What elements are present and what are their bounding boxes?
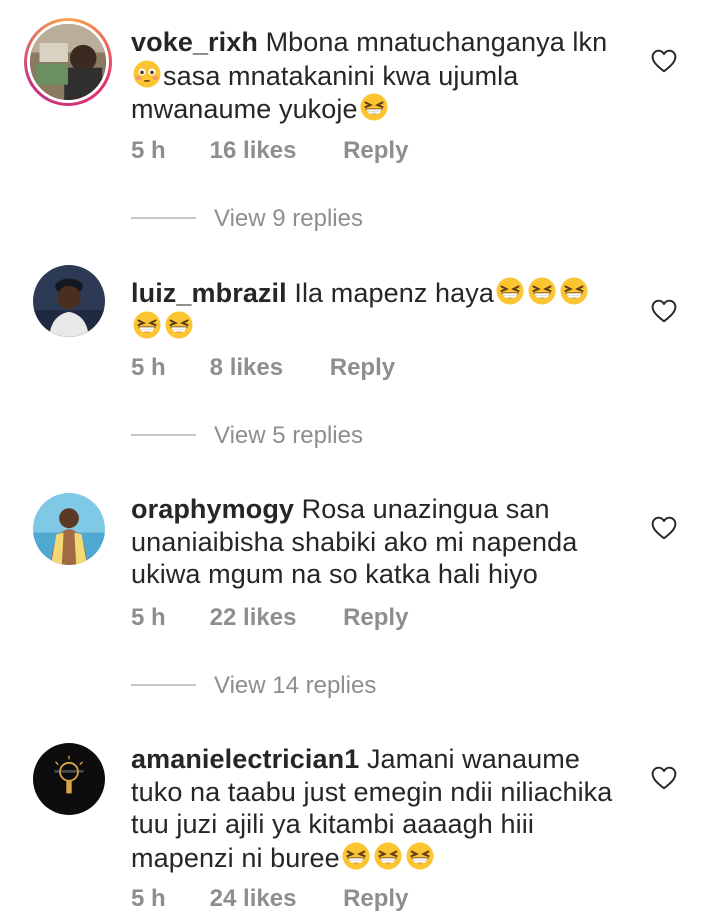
username[interactable]: voke_rixh (131, 27, 258, 57)
grinning-squinting-face-emoji (527, 276, 557, 306)
username[interactable]: luiz_mbrazil (131, 278, 287, 308)
likes-count[interactable]: 22 likes (210, 603, 297, 633)
comment-meta: 5 h 8 likes Reply (131, 353, 395, 383)
comment-body: oraphymogy Rosa unazingua san unaniaibis… (131, 493, 636, 591)
likes-count[interactable]: 8 likes (210, 353, 283, 383)
grinning-squinting-face-emoji (341, 841, 371, 871)
replies-divider-line (131, 433, 196, 436)
comment-meta: 5 h 22 likes Reply (131, 603, 408, 633)
timestamp: 5 h (131, 354, 166, 381)
likes-count[interactable]: 16 likes (210, 136, 297, 166)
avatar-photo (33, 265, 105, 337)
view-replies-button[interactable]: View 9 replies (131, 204, 363, 234)
avatar[interactable] (33, 265, 105, 337)
username[interactable]: oraphymogy (131, 494, 294, 524)
comment-text-cont: sasa mnatakanini kwa ujumla mwanaume yuk… (131, 60, 519, 125)
avatar-photo (30, 24, 106, 100)
flushed-face-emoji (132, 59, 162, 89)
grinning-squinting-face-emoji (495, 276, 525, 306)
comment-body: luiz_mbrazil Ila mapenz haya (131, 276, 636, 343)
replies-divider-line (131, 216, 196, 219)
like-heart-icon[interactable] (651, 49, 677, 73)
grinning-squinting-face-emoji (132, 310, 162, 340)
view-replies-label: View 5 replies (214, 422, 363, 449)
avatar-photo (33, 743, 105, 815)
avatar[interactable] (33, 493, 105, 565)
like-heart-icon[interactable] (651, 516, 677, 540)
timestamp: 5 h (131, 604, 166, 631)
grinning-squinting-face-emoji (559, 276, 589, 306)
grinning-squinting-face-emoji (373, 841, 403, 871)
reply-button[interactable]: Reply (343, 884, 408, 914)
replies-divider-line (131, 683, 196, 686)
like-heart-icon[interactable] (651, 766, 677, 790)
view-replies-button[interactable]: View 5 replies (131, 421, 363, 451)
grinning-squinting-face-emoji (405, 841, 435, 871)
view-replies-button[interactable]: View 14 replies (131, 671, 376, 701)
comment-text: Mbona mnatuchanganya lkn (265, 27, 608, 57)
comment-meta: 5 h 24 likes Reply (131, 884, 408, 914)
comment-text: Ila mapenz haya (294, 278, 494, 308)
view-replies-label: View 9 replies (214, 205, 363, 232)
comment-body: voke_rixh Mbona mnatuchanganya lkn sasa m… (131, 26, 636, 126)
timestamp: 5 h (131, 885, 166, 912)
timestamp: 5 h (131, 137, 166, 164)
grinning-squinting-face-emoji (164, 310, 194, 340)
avatar[interactable] (24, 18, 112, 106)
grinning-squinting-face-emoji (359, 92, 389, 122)
likes-count[interactable]: 24 likes (210, 884, 297, 914)
reply-button[interactable]: Reply (330, 353, 395, 383)
like-heart-icon[interactable] (651, 299, 677, 323)
username[interactable]: amanielectrician1 (131, 744, 359, 774)
avatar[interactable] (33, 743, 105, 815)
avatar-photo (33, 493, 105, 565)
reply-button[interactable]: Reply (343, 603, 408, 633)
comment-body: amanielectrician1 Jamani wanaume tuko na… (131, 743, 636, 874)
comment-meta: 5 h 16 likes Reply (131, 136, 408, 166)
reply-button[interactable]: Reply (343, 136, 408, 166)
view-replies-label: View 14 replies (214, 672, 377, 699)
